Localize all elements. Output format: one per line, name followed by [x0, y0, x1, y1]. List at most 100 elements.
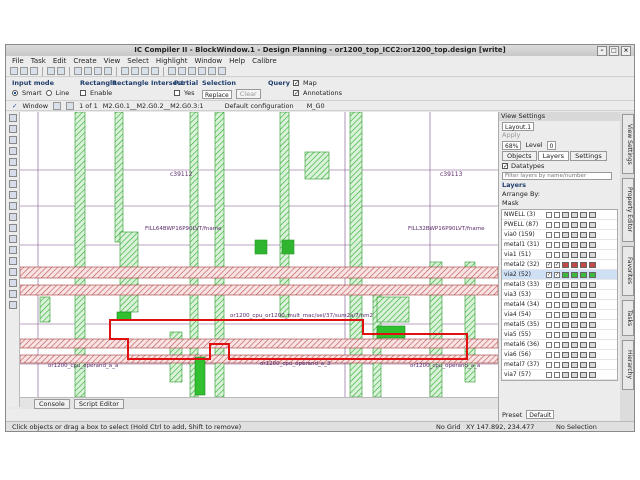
layer-selectable-checkbox[interactable]: ✓ — [554, 261, 560, 268]
close-button[interactable]: × — [621, 46, 631, 56]
layer-row[interactable]: via4 (54) — [502, 310, 617, 320]
layer-color-swatch[interactable] — [580, 341, 587, 348]
layout-select[interactable]: Layout.1 — [502, 121, 535, 131]
layer-color-swatch[interactable] — [589, 371, 596, 378]
menu-create[interactable]: Create — [73, 56, 96, 66]
search-icon[interactable] — [208, 67, 216, 75]
layer-color-swatch[interactable] — [571, 231, 578, 238]
ruler-icon[interactable] — [168, 67, 176, 75]
layer-row[interactable]: metal3 (33) ✓ ✓ — [502, 280, 617, 290]
save-icon[interactable] — [10, 67, 18, 75]
layer-selectable-checkbox[interactable] — [554, 351, 560, 358]
layer-color-swatch[interactable] — [571, 251, 578, 258]
level-spinner[interactable]: 0 — [546, 140, 557, 150]
menu-select[interactable]: Select — [127, 56, 149, 66]
layer-selectable-checkbox[interactable] — [554, 251, 560, 258]
line-radio[interactable] — [45, 90, 52, 96]
zoom-in-icon[interactable] — [74, 67, 82, 75]
layer-color-swatch[interactable] — [562, 321, 569, 328]
layer-color-swatch[interactable] — [589, 271, 596, 278]
cut-tool-icon[interactable] — [8, 202, 17, 210]
layer-visible-checkbox[interactable]: ✓ — [546, 261, 552, 268]
layout-view[interactable]: c39112 c39113 FILL64BWP16P90LVT/fname FI… — [20, 112, 498, 397]
route-tool-icon[interactable] — [8, 279, 17, 287]
layer-color-swatch[interactable] — [562, 271, 569, 278]
layer-color-swatch[interactable] — [580, 331, 587, 338]
layer-selectable-checkbox[interactable] — [554, 371, 560, 378]
zoom-fit-icon[interactable] — [94, 67, 102, 75]
maximize-button[interactable]: □ — [609, 46, 619, 56]
layer-row[interactable]: via6 (56) — [502, 350, 617, 360]
layer-selectable-checkbox[interactable]: ✓ — [554, 271, 560, 278]
layer-color-swatch[interactable] — [589, 231, 596, 238]
layer-visible-checkbox[interactable]: ✓ — [546, 271, 552, 278]
layer-color-swatch[interactable] — [562, 331, 569, 338]
layer-color-swatch[interactable] — [562, 311, 569, 318]
layer-row[interactable]: via0 (159) — [502, 230, 617, 240]
rotate-tool-icon[interactable] — [8, 246, 17, 254]
layer-visible-checkbox[interactable] — [546, 291, 552, 298]
layer-color-swatch[interactable] — [589, 281, 596, 288]
layer-color-swatch[interactable] — [571, 351, 578, 358]
layer-row[interactable]: metal5 (35) — [502, 320, 617, 330]
menu-highlight[interactable]: Highlight — [156, 56, 188, 66]
layer-color-swatch[interactable] — [580, 321, 587, 328]
layer-visible-checkbox[interactable] — [546, 331, 552, 338]
zoom-select[interactable]: 68% — [502, 140, 522, 150]
layer-color-swatch[interactable] — [571, 321, 578, 328]
tab-console[interactable]: Console — [34, 398, 70, 409]
side-tab-hierarchy[interactable]: Hierarchy — [622, 340, 634, 390]
annotations-checkbox[interactable]: ✓ — [293, 90, 299, 97]
hand-icon[interactable] — [8, 136, 17, 144]
menu-window[interactable]: Window — [195, 56, 223, 66]
layer-color-swatch[interactable] — [589, 291, 596, 298]
layer-color-swatch[interactable] — [571, 341, 578, 348]
layer-row[interactable]: NWELL (3) — [502, 210, 617, 220]
layer-color-swatch[interactable] — [589, 251, 596, 258]
layer-color-swatch[interactable] — [589, 301, 596, 308]
layer-selectable-checkbox[interactable] — [554, 291, 560, 298]
layer-color-swatch[interactable] — [580, 291, 587, 298]
snap-tool-icon[interactable] — [8, 301, 17, 309]
minimize-button[interactable]: – — [597, 46, 607, 56]
layer-row[interactable]: via5 (55) — [502, 330, 617, 340]
layer-selectable-checkbox[interactable] — [554, 361, 560, 368]
side-tab-favorites[interactable]: Favorites — [622, 246, 634, 296]
layer-color-swatch[interactable] — [562, 221, 569, 228]
via-tool-icon[interactable] — [8, 180, 17, 188]
layer-selectable-checkbox[interactable] — [554, 331, 560, 338]
settings-icon[interactable] — [218, 67, 226, 75]
layer-color-swatch[interactable] — [589, 331, 596, 338]
grid-icon[interactable] — [188, 67, 196, 75]
layer-color-swatch[interactable] — [571, 301, 578, 308]
layer-color-swatch[interactable] — [589, 341, 596, 348]
copy-icon[interactable] — [141, 67, 149, 75]
yes-checkbox[interactable] — [174, 90, 180, 96]
map-checkbox[interactable]: ✓ — [293, 80, 299, 87]
layer-color-swatch[interactable] — [589, 361, 596, 368]
highlight-icon[interactable] — [198, 67, 206, 75]
flip-tool-icon[interactable] — [8, 235, 17, 243]
layer-visible-checkbox[interactable] — [546, 241, 552, 248]
layer-selectable-checkbox[interactable]: ✓ — [554, 281, 560, 288]
layer-color-swatch[interactable] — [562, 241, 569, 248]
layer-color-swatch[interactable] — [589, 211, 596, 218]
zoom-out-icon[interactable] — [84, 67, 92, 75]
menu-help[interactable]: Help — [229, 56, 245, 66]
layer-color-swatch[interactable] — [580, 231, 587, 238]
side-tab-property-editor[interactable]: Property Editor — [622, 178, 634, 242]
layer-color-swatch[interactable] — [571, 311, 578, 318]
layer-visible-checkbox[interactable] — [546, 371, 552, 378]
layer-row[interactable]: PWELL (87) — [502, 220, 617, 230]
layer-color-swatch[interactable] — [562, 291, 569, 298]
tab-layers[interactable]: Layers — [537, 151, 570, 161]
layer-row[interactable]: metal2 (32) ✓ ✓ — [502, 260, 617, 270]
layer-color-swatch[interactable] — [571, 361, 578, 368]
open-icon[interactable] — [20, 67, 28, 75]
preset-select[interactable]: Default — [526, 410, 555, 419]
smart-radio[interactable] — [12, 90, 18, 96]
path-tool-icon[interactable] — [8, 169, 17, 177]
layer-color-swatch[interactable] — [571, 371, 578, 378]
menu-view[interactable]: View — [104, 56, 121, 66]
layer-color-swatch[interactable] — [580, 221, 587, 228]
